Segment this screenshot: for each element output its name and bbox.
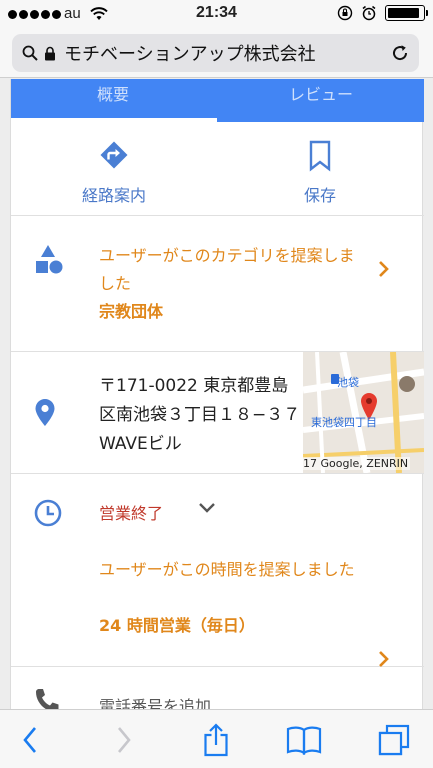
hours-status: 営業終了 <box>99 504 164 523</box>
browser-toolbar <box>0 709 433 768</box>
category-shapes-icon <box>36 245 63 274</box>
chevron-down-icon[interactable] <box>198 502 216 514</box>
save-button[interactable]: 保存 <box>217 122 423 216</box>
battery-icon <box>385 5 428 21</box>
clock-icon <box>34 499 62 527</box>
address-row[interactable]: 〒171-0022 東京都豊島区南池袋３丁目１８−３７ WAVEビル 池袋 東池… <box>11 352 424 474</box>
lock-icon <box>44 46 56 61</box>
address-text: 〒171-0022 東京都豊島区南池袋３丁目１８−３７ WAVEビル <box>99 376 301 454</box>
save-label: 保存 <box>303 186 336 205</box>
place-card: 概要 レビュー 経路案内 保存 ユーザーがこのカテゴリを提案しました 宗教団体 … <box>10 79 424 709</box>
hours-row[interactable]: 営業終了 ユーザーがこの時間を提案しました 24 時間営業（毎日） <box>11 474 424 667</box>
add-phone-label: 電話番号を追加 <box>99 697 212 709</box>
map-poi-label: 池袋 <box>337 376 359 389</box>
place-content: 概要 レビュー 経路案内 保存 ユーザーがこのカテゴリを提案しました 宗教団体 … <box>0 79 433 709</box>
page-title: モチベーションアップ株式会社 <box>64 44 316 65</box>
category-suggestion: ユーザーがこのカテゴリを提案しました <box>99 246 355 293</box>
action-row: 経路案内 保存 <box>11 122 424 216</box>
hours-value: 24 時間営業（毎日） <box>99 616 255 635</box>
phone-icon <box>36 689 59 709</box>
add-phone-row[interactable]: 電話番号を追加 <box>11 667 424 709</box>
category-value: 宗教団体 <box>99 302 164 321</box>
share-button[interactable] <box>186 710 246 768</box>
bookmark-icon <box>309 140 331 172</box>
hours-suggestion: ユーザーがこの時間を提案しました <box>99 560 355 579</box>
status-bar: au 21:34 <box>0 0 433 28</box>
map-copyright: 17 Google, ZENRIN <box>303 457 411 470</box>
directions-icon <box>100 141 128 169</box>
address-bar[interactable]: モチベーションアップ株式会社 <box>12 34 419 72</box>
chevron-right-icon <box>379 651 389 667</box>
browser-address-area: モチベーションアップ株式会社 <box>0 28 433 78</box>
reload-icon[interactable] <box>391 44 409 62</box>
directions-button[interactable]: 経路案内 <box>11 122 217 216</box>
back-button[interactable] <box>0 710 60 768</box>
tabs-button[interactable] <box>364 710 424 768</box>
alarm-icon <box>362 5 376 21</box>
chevron-right-icon <box>379 261 389 277</box>
bookmarks-icon <box>286 726 322 755</box>
tabs-icon <box>378 724 410 755</box>
search-icon <box>22 45 38 61</box>
bookmarks-button[interactable] <box>274 710 334 768</box>
category-row[interactable]: ユーザーがこのカテゴリを提案しました 宗教団体 <box>11 216 424 352</box>
tab-bar: 概要 レビュー <box>11 79 424 122</box>
map-thumbnail[interactable]: 池袋 東池袋四丁目 17 Google, ZENRIN <box>303 352 424 473</box>
tab-overview[interactable]: 概要 <box>97 79 129 122</box>
location-pin-icon <box>35 399 55 426</box>
tab-reviews[interactable]: レビュー <box>289 79 353 122</box>
forward-icon <box>118 726 131 753</box>
directions-label: 経路案内 <box>81 186 146 205</box>
orientation-lock-icon <box>337 5 353 21</box>
share-icon <box>204 722 228 756</box>
back-icon <box>23 726 36 753</box>
forward-button[interactable] <box>94 710 154 768</box>
map-poi-label: 東池袋四丁目 <box>311 416 377 429</box>
